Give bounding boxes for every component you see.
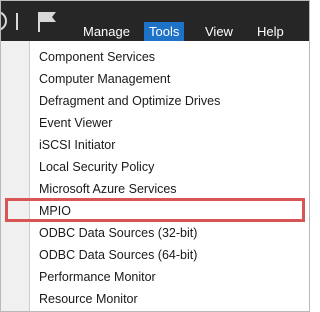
back-circle-icon[interactable] <box>1 11 7 31</box>
menu-item-performance-monitor[interactable]: Performance Monitor <box>39 266 156 288</box>
menu-item-mpio[interactable]: MPIO <box>39 200 71 222</box>
menu-view[interactable]: View <box>200 22 238 41</box>
menu-help[interactable]: Help <box>252 22 289 41</box>
menu-item-event-viewer[interactable]: Event Viewer <box>39 112 112 134</box>
menu-item-odbc-64bit[interactable]: ODBC Data Sources (64-bit) <box>39 244 197 266</box>
menu-item-iscsi-initiator[interactable]: iSCSI Initiator <box>39 134 115 156</box>
menu-item-local-security-policy[interactable]: Local Security Policy <box>39 156 154 178</box>
tools-dropdown-menu: Component Services Computer Management D… <box>29 41 309 311</box>
menu-tools[interactable]: Tools <box>144 22 185 41</box>
menubar-divider <box>16 13 18 30</box>
menu-item-microsoft-azure-services[interactable]: Microsoft Azure Services <box>39 178 177 200</box>
flag-icon[interactable] <box>36 11 58 33</box>
server-manager-menubar: Manage Tools View Help <box>1 1 309 41</box>
menu-item-component-services[interactable]: Component Services <box>39 46 155 68</box>
menu-item-defragment-drives[interactable]: Defragment and Optimize Drives <box>39 90 220 112</box>
menu-item-resource-monitor[interactable]: Resource Monitor <box>39 288 138 310</box>
menu-manage[interactable]: Manage <box>78 22 135 41</box>
menu-item-computer-management[interactable]: Computer Management <box>39 68 170 90</box>
screenshot-frame: Manage Tools View Help Component Service… <box>0 0 310 312</box>
menu-item-odbc-32bit[interactable]: ODBC Data Sources (32-bit) <box>39 222 197 244</box>
